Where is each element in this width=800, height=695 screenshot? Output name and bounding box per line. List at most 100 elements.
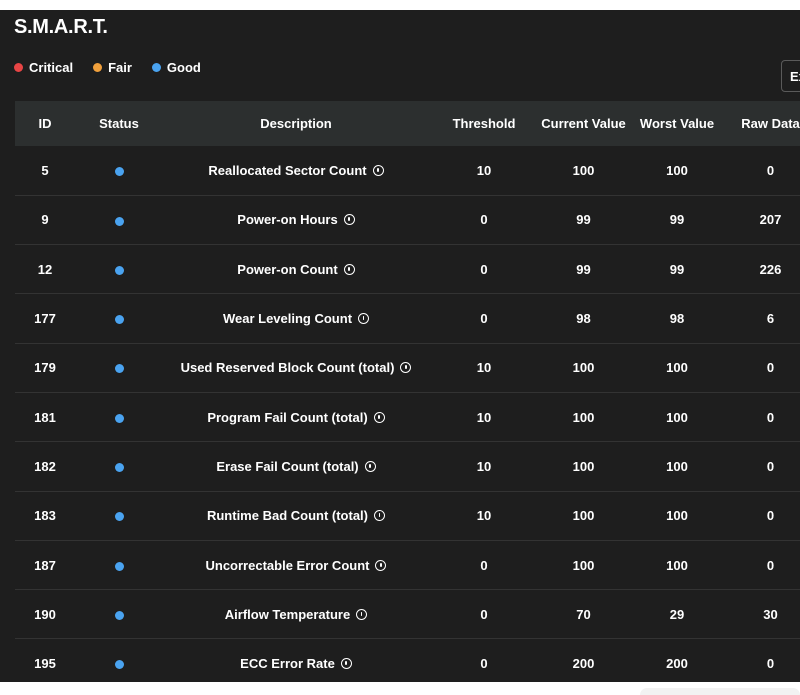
column-header-worst-value[interactable]: Worst Value xyxy=(628,101,726,146)
cell-raw-data: 226 xyxy=(759,261,782,277)
status-good-dot-icon xyxy=(114,166,124,176)
table-row[interactable]: 12 Power-on Count 0 99 99 226 xyxy=(15,245,800,294)
info-icon[interactable] xyxy=(358,313,370,325)
description-wrap: ECC Error Rate xyxy=(240,656,352,671)
status-good-dot-icon xyxy=(114,660,124,670)
table-row[interactable]: 183 Runtime Bad Count (total) 10 100 100 0 xyxy=(15,491,800,541)
status-good-dot-icon xyxy=(114,265,124,275)
cell-current-value: 99 xyxy=(576,261,591,277)
table-row[interactable]: 190 Airflow Temperature 0 70 29 30 xyxy=(15,590,800,639)
info-icon[interactable] xyxy=(343,214,355,226)
description-wrap: Runtime Bad Count (total) xyxy=(206,508,386,524)
description-text: Reallocated Sector Count xyxy=(208,162,367,178)
cell-status xyxy=(75,491,163,540)
info-icon[interactable] xyxy=(374,510,386,522)
info-icon[interactable] xyxy=(373,411,385,423)
description-text: Erase Fail Count (total) xyxy=(216,458,359,474)
status-good-dot-icon xyxy=(114,216,124,226)
cell-threshold: 0 xyxy=(480,656,488,672)
cell-worst-value: 200 xyxy=(666,656,688,672)
cell-current-value: 100 xyxy=(572,458,595,474)
cell-current-value: 99 xyxy=(576,212,591,228)
description-wrap: Power-on Hours xyxy=(237,212,355,228)
cell-id: 183 xyxy=(34,508,56,524)
status-good-dot-icon xyxy=(114,561,124,571)
status-good-dot-icon xyxy=(114,512,124,522)
cell-description: Reallocated Sector Count xyxy=(163,146,429,195)
legend-item-good: Good xyxy=(151,60,201,75)
cell-worst-value: 29 xyxy=(669,606,685,622)
info-icon[interactable] xyxy=(343,263,355,275)
background-highlight xyxy=(640,688,800,695)
info-icon[interactable] xyxy=(364,460,376,472)
cell-status xyxy=(75,442,163,491)
description-text: Uncorrectable Error Count xyxy=(205,557,370,573)
cell-threshold: 10 xyxy=(476,162,492,178)
cell-threshold: 0 xyxy=(480,311,488,327)
cell-worst-value: 98 xyxy=(669,311,685,327)
table-row[interactable]: 187 Uncorrectable Error Count 0 100 100 0 xyxy=(15,540,800,590)
description-text: Power-on Hours xyxy=(237,212,338,228)
table-row[interactable]: 5 Reallocated Sector Count 10 100 100 0 xyxy=(15,146,800,196)
cell-id: 179 xyxy=(34,360,56,376)
table-row[interactable]: 195 ECC Error Rate 0 200 200 0 xyxy=(15,639,800,682)
cell-worst-value: 99 xyxy=(669,261,685,277)
cell-current-value: 100 xyxy=(572,409,595,425)
cell-id: 177 xyxy=(34,311,56,327)
cell-raw-data: 207 xyxy=(759,212,782,228)
description-wrap: Power-on Count xyxy=(237,262,355,277)
cell-status xyxy=(75,146,163,195)
column-header-current-value[interactable]: Current Value xyxy=(539,101,628,146)
export-button[interactable]: Ex xyxy=(781,60,800,92)
cell-worst-value: 100 xyxy=(666,360,688,376)
info-icon[interactable] xyxy=(400,362,412,374)
cell-threshold: 0 xyxy=(480,261,488,277)
info-icon[interactable] xyxy=(375,559,387,571)
cell-worst-value: 100 xyxy=(666,409,688,425)
cell-id: 12 xyxy=(37,261,53,277)
description-wrap: Program Fail Count (total) xyxy=(207,410,385,425)
cell-threshold: 0 xyxy=(480,557,488,573)
cell-id: 190 xyxy=(34,606,56,622)
cell-status xyxy=(75,540,163,589)
cell-description: Power-on Hours xyxy=(163,195,429,244)
description-text: Wear Leveling Count xyxy=(222,311,353,327)
cell-raw-data: 0 xyxy=(766,360,775,376)
legend-label: Good xyxy=(166,60,201,75)
table-row[interactable]: 182 Erase Fail Count (total) 10 100 100 0 xyxy=(15,442,800,492)
column-header-raw-data[interactable]: Raw Data xyxy=(726,101,800,146)
column-header-status[interactable]: Status xyxy=(75,101,163,146)
cell-raw-data: 0 xyxy=(766,162,775,178)
info-icon[interactable] xyxy=(340,658,352,670)
table-row[interactable]: 181 Program Fail Count (total) 10 100 100 0 xyxy=(15,392,800,442)
description-wrap: Uncorrectable Error Count xyxy=(206,558,387,573)
cell-description: ECC Error Rate xyxy=(163,639,429,682)
cell-status xyxy=(75,639,163,682)
cell-current-value: 70 xyxy=(576,606,591,622)
column-header-description[interactable]: Description xyxy=(163,101,429,146)
table-row[interactable]: 9 Power-on Hours 0 99 99 207 xyxy=(15,195,800,245)
cell-id: 181 xyxy=(34,409,56,425)
description-text: Airflow Temperature xyxy=(224,606,351,622)
status-good-dot-icon xyxy=(114,315,124,325)
smart-table-container: ID Status Description Threshold Current … xyxy=(15,101,800,682)
column-header-threshold[interactable]: Threshold xyxy=(429,101,539,146)
info-icon[interactable] xyxy=(356,608,368,620)
cell-current-value: 98 xyxy=(576,311,591,327)
cell-raw-data: 0 xyxy=(766,458,775,474)
cell-current-value: 200 xyxy=(572,656,595,672)
table-row[interactable]: 179 Used Reserved Block Count (total) 10 10… xyxy=(15,343,800,393)
fair-dot-icon xyxy=(93,63,103,72)
cell-raw-data: 6 xyxy=(766,311,775,327)
cell-status xyxy=(75,343,163,392)
cell-description: Program Fail Count (total) xyxy=(163,392,429,441)
info-icon[interactable] xyxy=(372,164,384,176)
legend-item-critical: Critical xyxy=(14,60,73,75)
cell-id: 9 xyxy=(41,212,49,228)
table-row[interactable]: 177 Wear Leveling Count 0 98 98 6 xyxy=(15,294,800,344)
description-text: Runtime Bad Count (total) xyxy=(206,508,369,524)
cell-current-value: 100 xyxy=(572,508,595,524)
column-header-id[interactable]: ID xyxy=(15,101,75,146)
cell-threshold: 10 xyxy=(476,458,492,474)
description-text: Used Reserved Block Count (total) xyxy=(180,360,395,376)
